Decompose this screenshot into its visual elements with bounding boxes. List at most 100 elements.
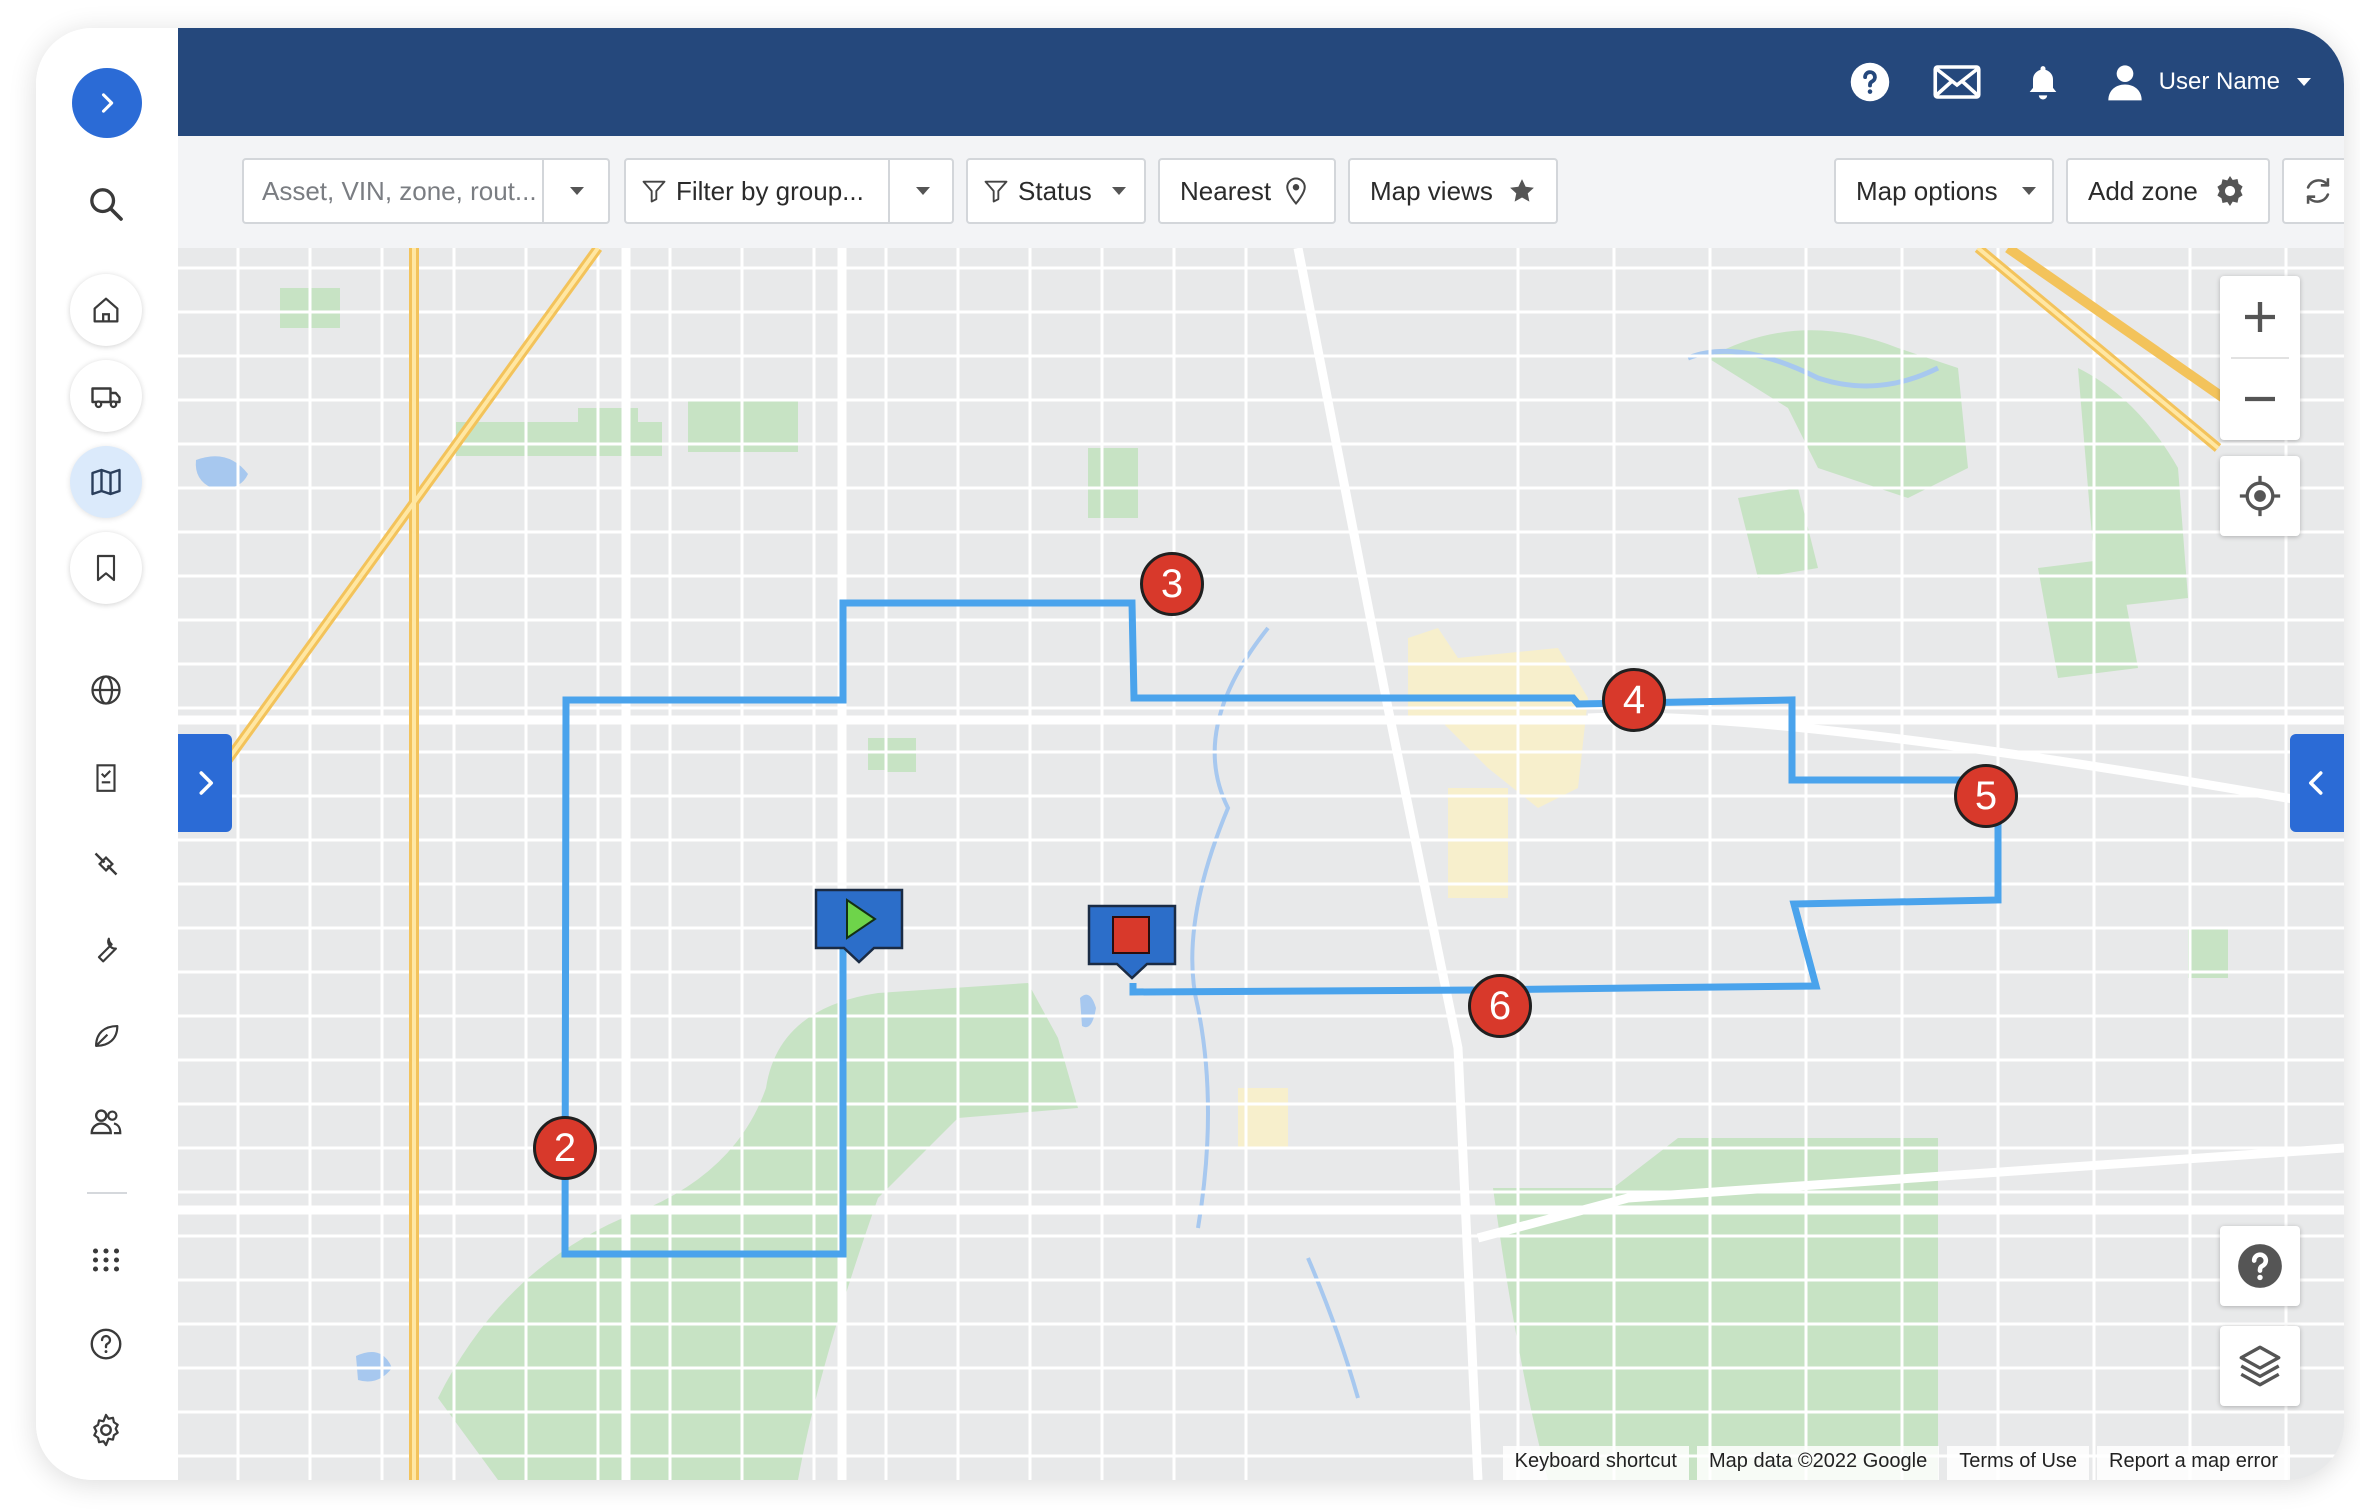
sidebar-item-vehicles[interactable] [70,360,142,432]
my-location-button[interactable] [2220,456,2300,536]
refresh-button[interactable] [2282,158,2344,224]
group-filter-divider [888,160,890,222]
header-notifications-button[interactable] [2023,61,2063,103]
search-icon [90,188,123,221]
add-zone-button[interactable]: Add zone [2066,158,2270,224]
map-icon [91,468,121,496]
map-views-label: Map views [1370,175,1493,206]
apps-grid-icon [92,1248,120,1272]
keyboard-shortcut-link[interactable]: Keyboard shortcut [1502,1446,1689,1480]
route-icon [94,852,118,876]
sidebar-expand-button[interactable] [72,68,142,138]
people-icon [90,1109,122,1135]
zoom-out-icon [2245,396,2275,402]
sidebar-item-help[interactable] [70,1308,142,1380]
sidebar-item-sustainability[interactable] [70,1000,142,1072]
help-icon [1850,62,1889,102]
leaf-icon [95,1025,119,1047]
report-icon [96,764,116,792]
nearest-label: Nearest [1180,175,1272,206]
chevron-down-icon[interactable] [570,187,584,195]
sidebar-item-people[interactable] [70,1086,142,1158]
zoom-in-button[interactable] [2220,277,2300,357]
filter-icon [984,180,1008,203]
help-icon [90,1328,122,1360]
layers-icon [2239,1345,2281,1387]
zoom-in-icon [2245,302,2275,332]
map-tiles [178,248,2344,1480]
wrench-icon [97,937,117,963]
sidebar-item-map[interactable] [70,446,142,518]
sidebar [36,28,178,1480]
user-icon [2107,65,2142,101]
map-options-dropdown[interactable]: Map options [1834,158,2054,224]
globe-icon [91,675,121,705]
map-canvas[interactable]: 2 3 4 5 6 Keyboard shortcut Map data ©20… [178,248,2344,1480]
header-mail-button[interactable] [1933,64,1981,100]
stop-number: 3 [1160,561,1184,606]
map-options-label: Map options [1856,175,1998,206]
nearest-button[interactable]: Nearest [1158,158,1336,224]
user-menu[interactable]: User Name [2105,61,2312,103]
sidebar-item-routes[interactable] [70,828,142,900]
top-header: User Name [178,28,2344,136]
refresh-icon [2306,178,2330,204]
terms-link[interactable]: Terms of Use [1947,1446,2090,1480]
chevron-right-icon [101,93,114,113]
map-data-text: Map data ©2022 Google [1696,1446,1940,1480]
sidebar-item-apps[interactable] [70,1224,142,1296]
zoom-out-button[interactable] [2220,359,2300,439]
header-help-button[interactable] [1849,61,1891,103]
map-views-button[interactable]: Map views [1348,158,1558,224]
report-error-link[interactable]: Report a map error [2097,1446,2290,1480]
stop-number: 6 [1488,983,1512,1028]
chevron-down-icon[interactable] [916,187,930,195]
bookmark-icon [96,554,116,582]
asset-search-combobox[interactable]: Asset, VIN, zone, rout... [242,158,610,224]
chevron-down-icon [1112,187,1126,195]
map-toolbar: Asset, VIN, zone, rout... Filter by grou… [178,136,2344,248]
group-filter-dropdown[interactable]: Filter by group... [624,158,954,224]
search-dropdown-divider [542,160,544,222]
location-pin-person-icon [1286,177,1306,206]
sidebar-item-reports[interactable] [70,742,142,814]
sidebar-divider [87,1192,127,1194]
map-help-button[interactable] [2220,1226,2300,1306]
mail-icon [1933,65,1981,99]
chevron-down-icon [2022,187,2036,195]
route-stop-marker[interactable]: 3 [1140,552,1204,616]
main-area: User Name Asset, VIN, zone, rout... Filt… [178,28,2344,1480]
star-icon [1509,179,1534,202]
locate-icon [2239,475,2281,517]
status-filter-button[interactable]: Status [966,158,1146,224]
home-icon [93,297,119,323]
filter-icon [642,180,666,203]
route-stop-marker[interactable]: 4 [1602,668,1666,732]
gear-icon [93,1413,119,1447]
sidebar-item-globe[interactable] [70,654,142,726]
sidebar-item-maintenance[interactable] [70,914,142,986]
add-zone-label: Add zone [2088,175,2198,206]
chevron-down-icon [2297,78,2311,86]
sidebar-item-settings[interactable] [70,1394,142,1466]
zoom-control [2220,276,2300,440]
asset-search-input[interactable]: Asset, VIN, zone, rout... [262,176,537,207]
route-stop-marker[interactable]: 6 [1468,974,1532,1038]
group-filter-label: Filter by group... [676,175,864,206]
left-panel-toggle[interactable] [178,734,232,832]
bell-icon [2029,66,2056,100]
route-stop-marker[interactable]: 5 [1954,764,2018,828]
stop-number: 4 [1622,677,1646,722]
map-attribution: Keyboard shortcut Map data ©2022 Google … [1495,1446,2290,1480]
sidebar-item-bookmarks[interactable] [70,532,142,604]
right-panel-toggle[interactable] [2290,734,2344,832]
chevron-right-icon [199,771,213,795]
map-layers-button[interactable] [2220,1326,2300,1406]
route-stop-marker[interactable]: 2 [533,1116,597,1180]
sidebar-item-home[interactable] [70,274,142,346]
stop-number: 2 [553,1125,577,1170]
help-icon [2238,1244,2282,1288]
user-name: User Name [2158,68,2280,95]
sidebar-item-search[interactable] [70,168,142,240]
app-window: User Name Asset, VIN, zone, rout... Filt… [36,28,2344,1480]
